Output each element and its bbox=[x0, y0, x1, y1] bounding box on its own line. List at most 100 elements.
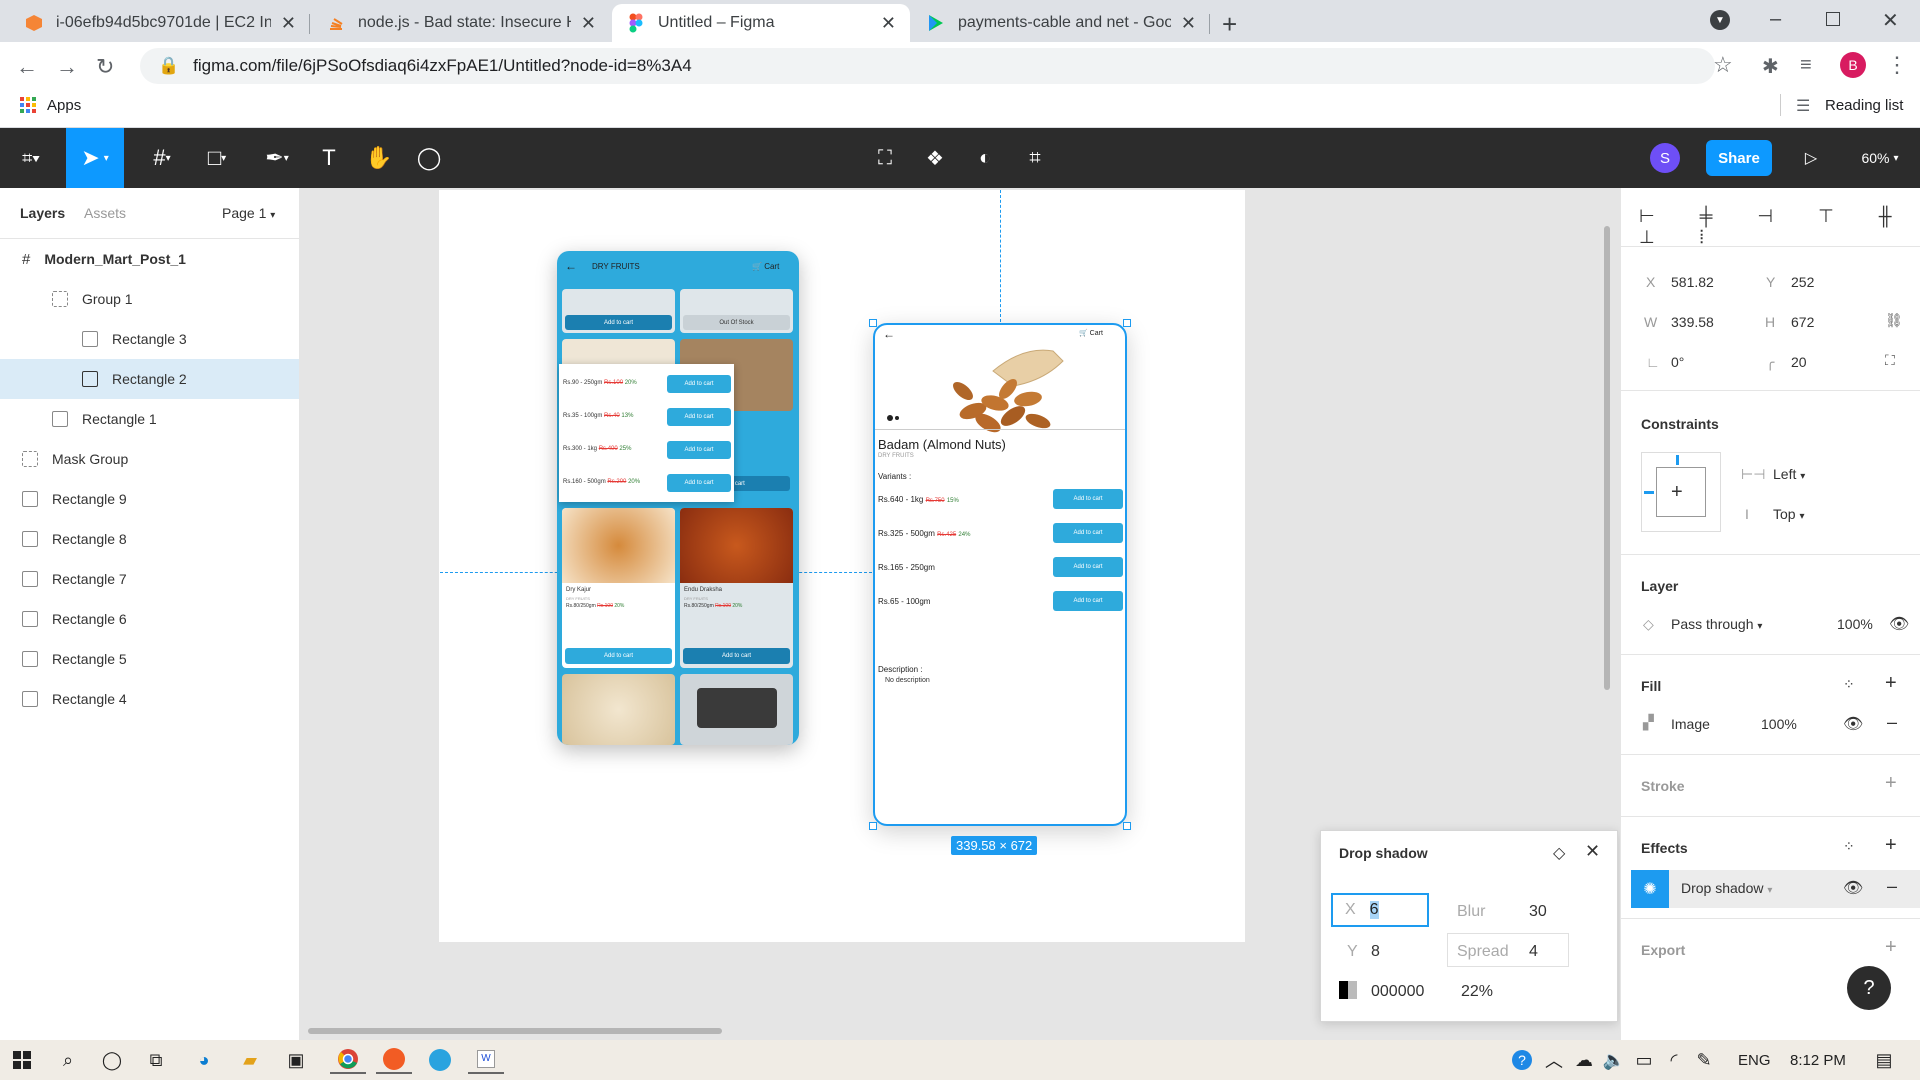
horizontal-scrollbar[interactable] bbox=[308, 1028, 722, 1034]
remove-fill-icon[interactable]: – bbox=[1887, 712, 1897, 733]
profile-avatar[interactable]: B bbox=[1840, 52, 1866, 78]
close-icon[interactable]: ✕ bbox=[1181, 13, 1196, 34]
bookmark-star-icon[interactable]: ☆ bbox=[1713, 52, 1733, 78]
store-icon[interactable]: ▣ bbox=[282, 1046, 310, 1074]
add-fill-icon[interactable]: + bbox=[1885, 672, 1897, 695]
hand-tool-icon[interactable]: ✋ bbox=[362, 128, 396, 188]
app-taskbar-icon[interactable]: W bbox=[468, 1046, 504, 1074]
shadow-opacity-input[interactable]: 22% bbox=[1461, 983, 1493, 1001]
resize-handle[interactable] bbox=[869, 319, 877, 327]
new-tab-button[interactable]: + bbox=[1222, 9, 1237, 40]
comment-tool-icon[interactable]: ◯ bbox=[412, 128, 446, 188]
clock[interactable]: 8:12 PM bbox=[1790, 1052, 1846, 1069]
pen-icon[interactable]: ✎ bbox=[1690, 1046, 1718, 1074]
task-view-icon[interactable]: ⧉ bbox=[142, 1046, 170, 1074]
eye-icon[interactable]: 👁 bbox=[1843, 714, 1863, 734]
constrain-proportions-icon[interactable]: ⛓ bbox=[1885, 312, 1903, 329]
color-swatch[interactable] bbox=[1339, 981, 1357, 999]
present-play-icon[interactable]: ▷ bbox=[1796, 128, 1826, 188]
carousel-dot-active[interactable] bbox=[887, 415, 893, 421]
resize-handle[interactable] bbox=[869, 822, 877, 830]
chevron-up-icon[interactable]: ︿ bbox=[1540, 1046, 1568, 1074]
close-icon[interactable]: ✕ bbox=[581, 13, 596, 34]
mask-icon[interactable]: ◐ bbox=[970, 128, 1000, 188]
battery-icon[interactable]: ▭ bbox=[1630, 1046, 1658, 1074]
share-button[interactable]: Share bbox=[1706, 140, 1772, 176]
wifi-icon[interactable]: ◜ bbox=[1660, 1046, 1688, 1074]
maximize-button[interactable] bbox=[1826, 12, 1840, 26]
fill-opacity-input[interactable]: 100% bbox=[1761, 716, 1797, 732]
add-to-cart-button[interactable]: Add to cart bbox=[1053, 557, 1123, 577]
pen-tool-icon[interactable]: ✒ ▾ bbox=[254, 128, 300, 188]
browser-tab[interactable]: payments-cable and net - Googl ✕ bbox=[912, 4, 1210, 42]
reload-icon[interactable]: ↻ bbox=[96, 54, 114, 80]
browser-tab[interactable]: node.js - Bad state: Insecure HTT ✕ bbox=[312, 4, 610, 42]
layer-item[interactable]: Rectangle 7 bbox=[0, 559, 299, 599]
blend-drop-icon[interactable]: ◇ bbox=[1553, 843, 1565, 863]
figma-taskbar-icon[interactable] bbox=[376, 1046, 412, 1074]
close-window-button[interactable]: ✕ bbox=[1882, 8, 1899, 33]
y-input[interactable]: 252 bbox=[1791, 274, 1814, 290]
layer-item[interactable]: Rectangle 9 bbox=[0, 479, 299, 519]
shadow-y-input[interactable]: 8 bbox=[1371, 943, 1380, 961]
layer-item[interactable]: Rectangle 3 bbox=[0, 319, 299, 359]
telegram-icon[interactable] bbox=[422, 1046, 458, 1074]
width-input[interactable]: 339.58 bbox=[1671, 314, 1714, 330]
edit-object-icon[interactable]: ⛶ bbox=[870, 128, 900, 188]
eye-icon[interactable]: 👁 bbox=[1843, 878, 1863, 898]
horizontal-constraint-dropdown[interactable]: Left ▾ bbox=[1773, 466, 1805, 482]
layer-item[interactable]: Rectangle 4 bbox=[0, 679, 299, 719]
layer-opacity-input[interactable]: 100% bbox=[1837, 616, 1873, 632]
close-icon[interactable]: ✕ bbox=[1585, 841, 1600, 862]
menu-dots-icon[interactable]: ⋮ bbox=[1886, 52, 1908, 78]
help-icon[interactable]: ? bbox=[1508, 1046, 1536, 1074]
add-effect-icon[interactable]: + bbox=[1885, 834, 1897, 857]
browser-tab[interactable]: i-06efb94d5bc9701de | EC2 Insta ✕ bbox=[10, 4, 310, 42]
add-to-cart-button[interactable]: Add to cart bbox=[565, 315, 672, 330]
address-bar[interactable]: 🔒 figma.com/file/6jPSoOfsdiaq6i4zxFpAE1/… bbox=[140, 48, 1715, 84]
crop-icon[interactable]: ⌗ bbox=[1020, 128, 1050, 188]
close-icon[interactable]: ✕ bbox=[881, 13, 896, 34]
resize-handle[interactable] bbox=[1123, 319, 1131, 327]
add-to-cart-button[interactable]: Add to cart bbox=[667, 474, 731, 492]
phone-mockup-list[interactable]: ← DRY FRUITS 🛒 Cart Add to cart Out Of S… bbox=[557, 251, 799, 745]
forward-icon[interactable]: → bbox=[56, 54, 78, 80]
shape-tool-icon[interactable]: □ ▾ bbox=[194, 128, 240, 188]
vertical-scrollbar[interactable] bbox=[1604, 226, 1610, 690]
style-grid-icon[interactable]: ⁘ bbox=[1843, 838, 1855, 855]
file-explorer-icon[interactable]: ▰ bbox=[236, 1046, 264, 1074]
effect-settings-icon[interactable]: ✺ bbox=[1631, 870, 1669, 908]
minimize-button[interactable]: – bbox=[1770, 8, 1781, 31]
add-to-cart-button[interactable]: Add to cart bbox=[1053, 523, 1123, 543]
add-to-cart-button[interactable]: Add to cart bbox=[667, 441, 731, 459]
edge-icon[interactable]: ◕ bbox=[190, 1046, 218, 1074]
tab-layers[interactable]: Layers bbox=[20, 205, 65, 221]
windows-start-icon[interactable] bbox=[8, 1046, 36, 1074]
language-indicator[interactable]: ENG bbox=[1738, 1052, 1771, 1069]
radius-input[interactable]: 20 bbox=[1791, 354, 1807, 370]
fill-type[interactable]: Image bbox=[1671, 716, 1710, 732]
user-avatar[interactable]: S bbox=[1650, 143, 1680, 173]
help-button[interactable]: ? bbox=[1847, 966, 1891, 1010]
resize-handle[interactable] bbox=[1123, 822, 1131, 830]
layer-item[interactable]: Rectangle 1 bbox=[0, 399, 299, 439]
effect-type-dropdown[interactable]: Drop shadow ▾ bbox=[1681, 880, 1772, 896]
layer-item-selected[interactable]: Rectangle 2 bbox=[0, 359, 299, 399]
shadow-color-input[interactable]: 000000 bbox=[1371, 983, 1424, 1001]
cortana-icon[interactable]: ◯ bbox=[98, 1046, 126, 1074]
remove-effect-icon[interactable]: – bbox=[1887, 876, 1897, 897]
layer-item[interactable]: Rectangle 5 bbox=[0, 639, 299, 679]
add-to-cart-button[interactable]: Add to cart bbox=[667, 375, 731, 393]
add-stroke-icon[interactable]: + bbox=[1885, 772, 1897, 795]
add-to-cart-button[interactable]: Add to cart bbox=[1053, 489, 1123, 509]
add-to-cart-button[interactable]: Add to cart bbox=[667, 408, 731, 426]
align-toolbar[interactable]: ⊢ ╪ ⊣ ⊤ ╫ ⊥ ⦙ bbox=[1639, 206, 1920, 248]
eye-icon[interactable]: 👁 bbox=[1889, 614, 1909, 634]
add-to-cart-button[interactable]: Add to cart bbox=[1053, 591, 1123, 611]
effect-row[interactable] bbox=[1631, 870, 1920, 908]
browser-tab-active[interactable]: Untitled – Figma ✕ bbox=[612, 4, 910, 42]
tab-assets[interactable]: Assets bbox=[84, 205, 126, 221]
apps-link[interactable]: Apps bbox=[47, 97, 81, 114]
blend-mode-dropdown[interactable]: Pass through ▾ bbox=[1671, 616, 1762, 632]
close-icon[interactable]: ✕ bbox=[281, 13, 296, 34]
